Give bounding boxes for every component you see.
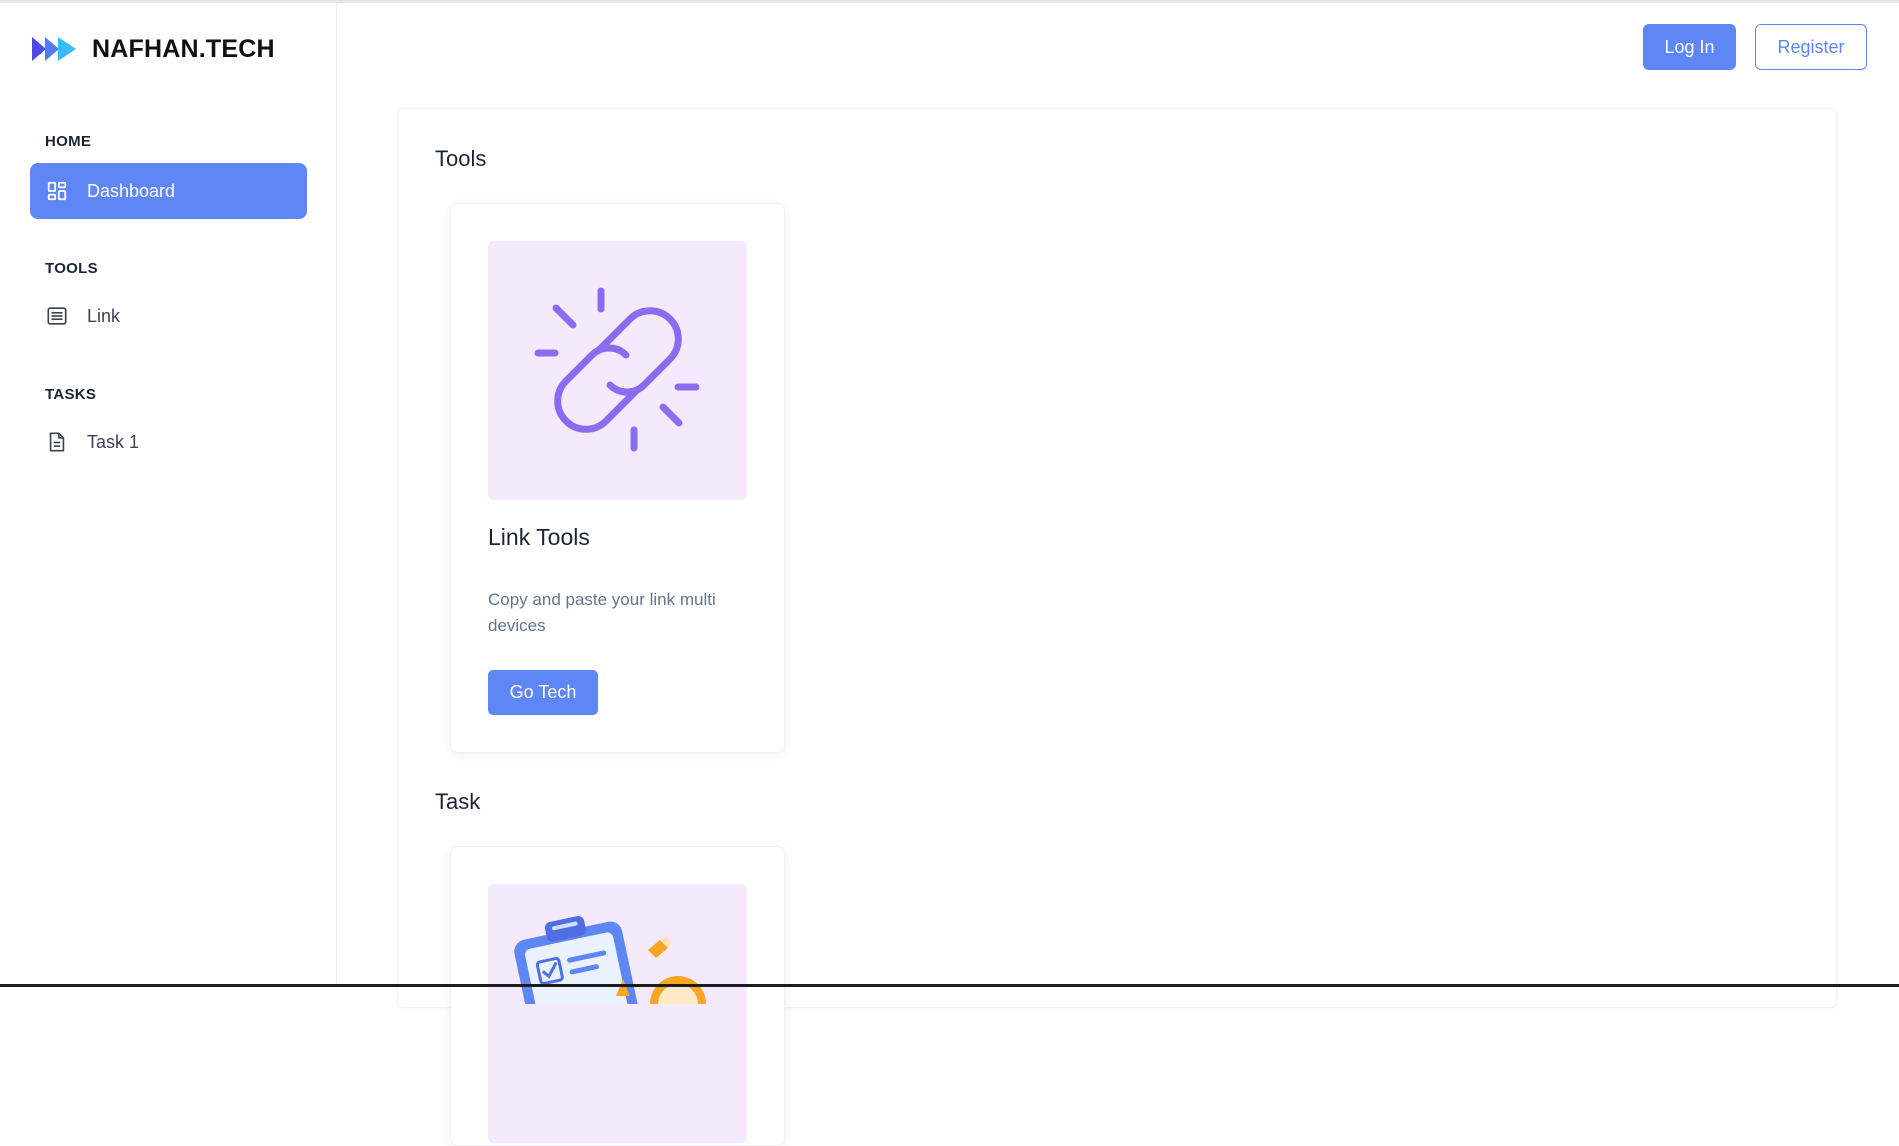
- sidebar-item-dashboard[interactable]: Dashboard: [30, 163, 307, 219]
- double-play-arrow-icon: [32, 37, 76, 61]
- brand-logo[interactable]: NAFHAN.TECH: [32, 33, 275, 65]
- document-icon: [45, 430, 69, 454]
- section-label-home: HOME: [45, 133, 92, 150]
- brand-name: NAFHAN.TECH: [92, 34, 275, 63]
- sidebar-item-label: Task 1: [87, 431, 140, 452]
- section-label-tools: TOOLS: [45, 260, 98, 277]
- section-title-tools: Tools: [435, 146, 487, 171]
- section-label-tasks: TASKS: [45, 386, 97, 403]
- list-icon: [45, 304, 69, 328]
- sidebar-item-label: Link: [87, 305, 121, 326]
- task-card: [450, 846, 785, 1146]
- go-tech-button[interactable]: Go Tech: [488, 670, 598, 715]
- login-button[interactable]: Log In: [1643, 24, 1736, 70]
- section-title-task: Task: [435, 789, 481, 814]
- broken-link-icon: [534, 287, 700, 452]
- card-description: Copy and paste your link multi devices: [488, 590, 716, 635]
- sidebar-item-task-1[interactable]: Task 1: [30, 414, 307, 470]
- card-image: [488, 241, 747, 500]
- sidebar-item-link[interactable]: Link: [30, 288, 307, 344]
- card-title: Link Tools: [488, 524, 590, 550]
- dashboard-grid-icon: [45, 179, 69, 203]
- register-button[interactable]: Register: [1755, 24, 1867, 70]
- sidebar-item-label: Dashboard: [87, 180, 176, 201]
- tool-card-link-tools: Link Tools Copy and paste your link mult…: [450, 203, 785, 753]
- card-image: [488, 884, 747, 1143]
- sidebar: NAFHAN.TECH HOME Dashboard TOOLS Link TA…: [0, 3, 337, 984]
